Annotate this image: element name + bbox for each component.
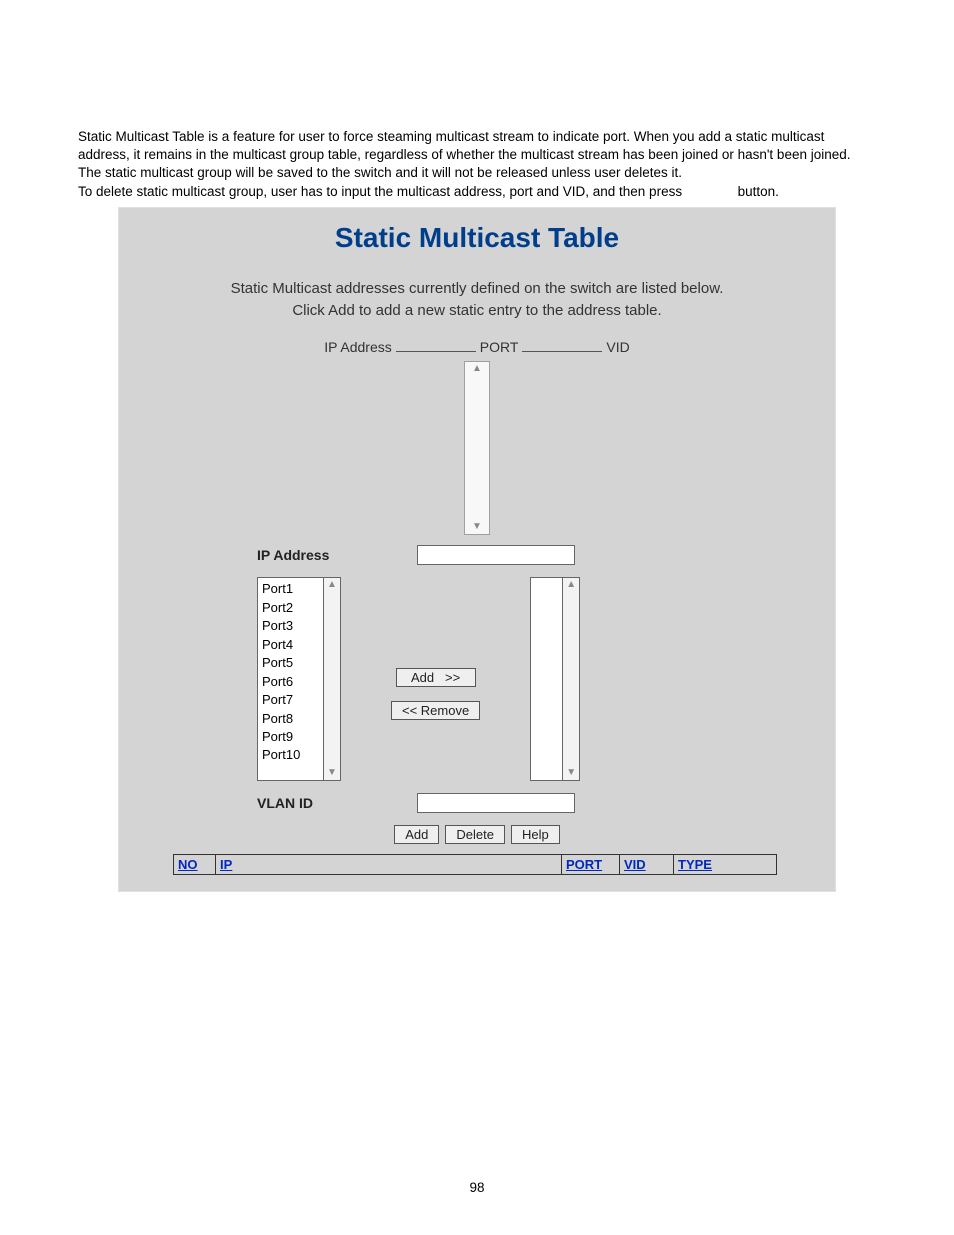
th-type[interactable]: TYPE	[673, 855, 777, 874]
available-ports-listbox[interactable]: Port1 Port2 Port3 Port4 Port5 Port6 Port…	[257, 577, 341, 781]
hdr-label-port: PORT	[480, 339, 519, 355]
column-header-row: IP Address PORT VID	[119, 339, 835, 355]
hdr-label-ip: IP Address	[324, 339, 391, 355]
ui-panel: Static Multicast Table Static Multicast …	[118, 207, 836, 893]
available-ports-scrollbar[interactable]: ▲ ▼	[323, 577, 341, 781]
document-page: Static Multicast Table is a feature for …	[0, 0, 954, 1235]
label-vlan-id: VLAN ID	[257, 795, 417, 811]
intro-line1: Static Multicast Table is a feature for …	[78, 129, 851, 180]
ip-address-input[interactable]	[417, 545, 575, 565]
th-no[interactable]: NO	[173, 855, 215, 874]
hdr-underline	[522, 351, 602, 352]
scroll-up-icon[interactable]: ▲	[472, 362, 482, 376]
row-port-selector: Port1 Port2 Port3 Port4 Port5 Port6 Port…	[257, 577, 697, 781]
list-item[interactable]: Port5	[262, 654, 319, 672]
available-ports-body[interactable]: Port1 Port2 Port3 Port4 Port5 Port6 Port…	[257, 577, 323, 781]
th-vid[interactable]: VID	[619, 855, 673, 874]
th-port[interactable]: PORT	[561, 855, 619, 874]
row-ip-address: IP Address	[257, 545, 697, 565]
action-button-row: Add Delete Help	[119, 825, 835, 844]
list-item[interactable]: Port6	[262, 673, 319, 691]
list-item[interactable]: Port9	[262, 728, 319, 746]
remove-port-button[interactable]: << Remove	[391, 701, 480, 720]
entries-table-header: NO IP PORT VID TYPE	[173, 854, 777, 875]
scroll-up-icon[interactable]: ▲	[327, 578, 337, 592]
hdr-label-vid: VID	[606, 339, 629, 355]
list-item[interactable]: Port1	[262, 580, 319, 598]
selected-ports-scrollbar[interactable]: ▲ ▼	[562, 577, 580, 781]
add-button[interactable]: Add	[394, 825, 439, 844]
scroll-down-icon[interactable]: ▼	[327, 766, 337, 780]
list-item[interactable]: Port7	[262, 691, 319, 709]
list-item[interactable]: Port10	[262, 746, 319, 764]
hdr-underline	[396, 351, 476, 352]
selected-ports-listbox[interactable]: ▲ ▼	[530, 577, 580, 781]
list-item[interactable]: Port8	[262, 710, 319, 728]
form-area: IP Address Port1 Port2 Port3 Port4 Port5…	[257, 545, 697, 813]
selected-ports-body[interactable]	[530, 577, 562, 781]
help-button[interactable]: Help	[511, 825, 560, 844]
label-ip-address: IP Address	[257, 547, 417, 563]
th-ip[interactable]: IP	[215, 855, 561, 874]
scroll-down-icon[interactable]: ▼	[566, 766, 576, 780]
row-vlan-id: VLAN ID	[257, 793, 697, 813]
intro-paragraph: Static Multicast Table is a feature for …	[0, 128, 954, 201]
port-transfer-buttons: Add >> << Remove	[391, 577, 480, 781]
add-port-button[interactable]: Add >>	[396, 668, 476, 687]
panel-subtitle: Static Multicast addresses currently def…	[119, 278, 835, 340]
current-entries-listbox[interactable]: ▲ ▼	[464, 361, 490, 535]
page-number: 98	[0, 1180, 954, 1195]
list-item[interactable]: Port4	[262, 636, 319, 654]
delete-button[interactable]: Delete	[445, 825, 505, 844]
panel-title: Static Multicast Table	[119, 208, 835, 278]
intro-line2-suffix: button.	[738, 184, 779, 199]
vlan-id-input[interactable]	[417, 793, 575, 813]
list-item[interactable]: Port3	[262, 617, 319, 635]
scroll-up-icon[interactable]: ▲	[566, 578, 576, 592]
scroll-down-icon[interactable]: ▼	[472, 520, 482, 534]
intro-line2-prefix: To delete static multicast group, user h…	[78, 184, 682, 199]
list-item[interactable]: Port2	[262, 599, 319, 617]
